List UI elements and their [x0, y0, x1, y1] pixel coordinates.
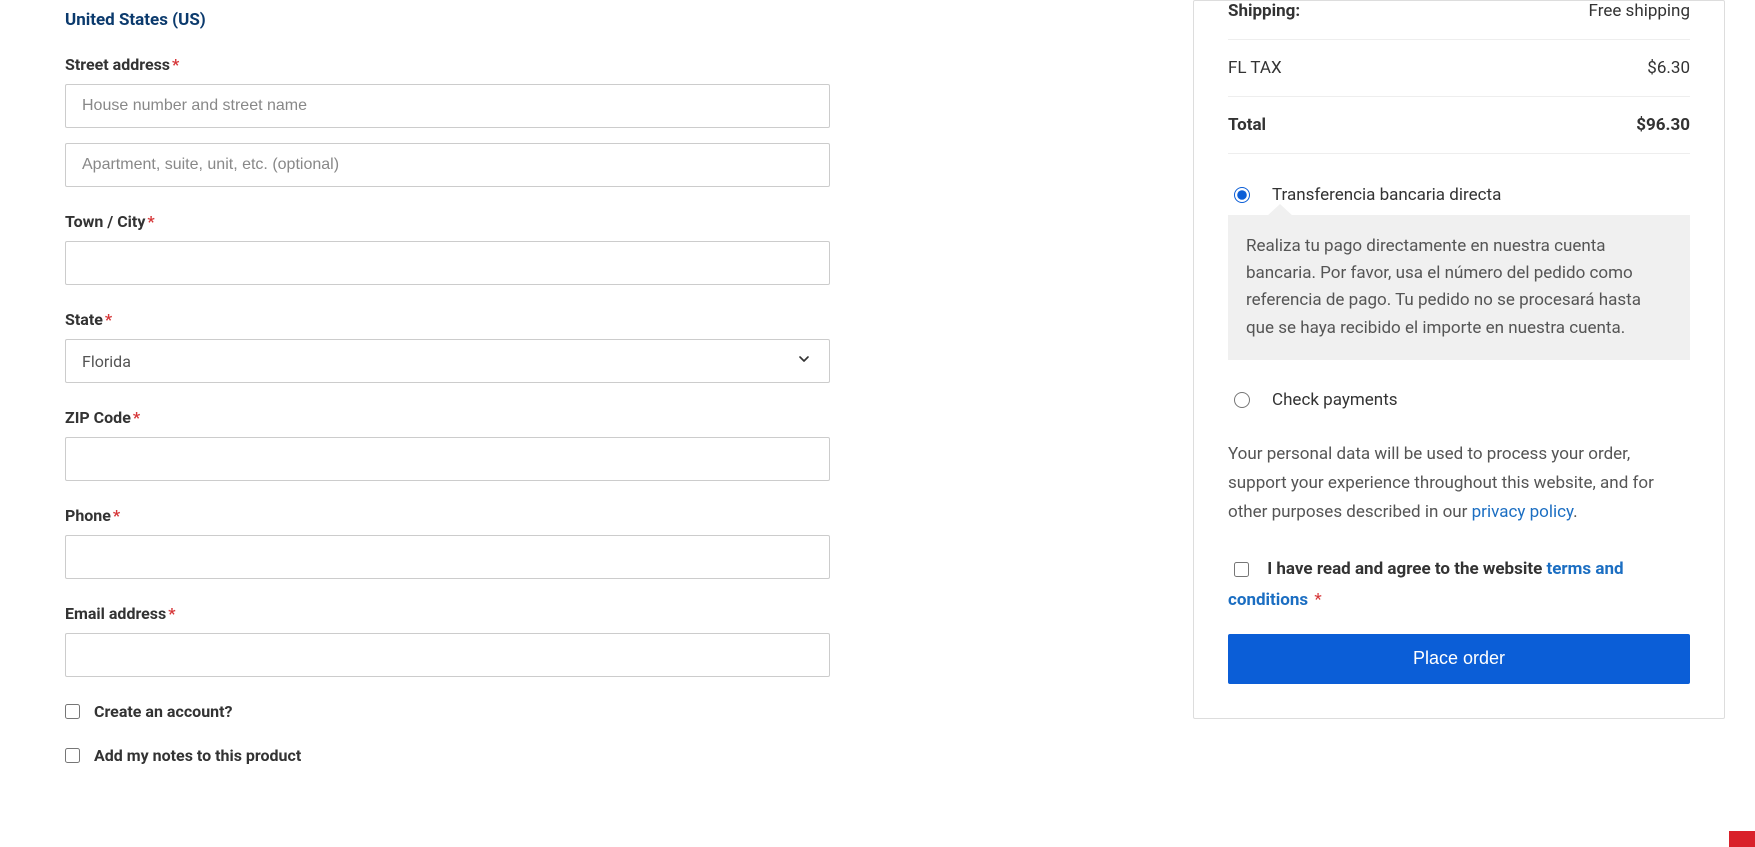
summary-tax-label: FL TAX — [1228, 58, 1282, 78]
email-input[interactable] — [65, 633, 830, 677]
order-summary-box: Shipping: Free shipping FL TAX $6.30 Tot… — [1193, 0, 1725, 719]
city-label: Town / City* — [65, 212, 830, 231]
city-field: Town / City* — [65, 212, 830, 285]
summary-total-value: $96.30 — [1636, 115, 1690, 135]
create-account-checkbox[interactable] — [65, 704, 80, 719]
zip-label: ZIP Code* — [65, 408, 830, 427]
summary-total-row: Total $96.30 — [1228, 97, 1690, 154]
billing-form: United States (US) Street address* Town … — [30, 0, 830, 790]
payment-desc-bacs: Realiza tu pago directamente en nuestra … — [1228, 215, 1690, 360]
summary-shipping-value: Free shipping — [1589, 1, 1690, 21]
summary-total-label: Total — [1228, 115, 1266, 135]
terms-row: I have read and agree to the website ter… — [1228, 554, 1690, 615]
street-address-field: Street address* — [65, 55, 830, 187]
tooltip-pointer-icon — [1266, 204, 1294, 217]
state-label: State* — [65, 310, 830, 329]
street-address-input-2[interactable] — [65, 143, 830, 187]
street-address-input-1[interactable] — [65, 84, 830, 128]
payment-desc-bacs-wrap: Realiza tu pago directamente en nuestra … — [1228, 215, 1690, 360]
payment-label-bacs[interactable]: Transferencia bancaria directa — [1272, 185, 1501, 205]
order-notes-row: Add my notes to this product — [65, 746, 830, 765]
payment-option-bacs[interactable]: Transferencia bancaria directa — [1228, 179, 1690, 215]
phone-label: Phone* — [65, 506, 830, 525]
summary-tax-value: $6.30 — [1647, 58, 1690, 78]
create-account-label[interactable]: Create an account? — [94, 702, 233, 721]
state-selected-value: Florida — [82, 352, 131, 371]
create-account-row: Create an account? — [65, 702, 830, 721]
summary-shipping-row: Shipping: Free shipping — [1228, 1, 1690, 40]
state-field: State* Florida — [65, 310, 830, 383]
zip-input[interactable] — [65, 437, 830, 481]
privacy-policy-text: Your personal data will be used to proce… — [1228, 440, 1690, 527]
order-notes-label[interactable]: Add my notes to this product — [94, 746, 301, 765]
email-field: Email address* — [65, 604, 830, 677]
email-label: Email address* — [65, 604, 830, 623]
street-address-label: Street address* — [65, 55, 830, 74]
corner-badge — [1729, 831, 1755, 847]
zip-field: ZIP Code* — [65, 408, 830, 481]
terms-text: I have read and agree to the website — [1267, 559, 1546, 579]
privacy-policy-link[interactable]: privacy policy — [1472, 502, 1574, 522]
payment-option-cheque[interactable]: Check payments — [1228, 384, 1690, 420]
phone-field: Phone* — [65, 506, 830, 579]
summary-tax-row: FL TAX $6.30 — [1228, 40, 1690, 97]
place-order-button[interactable]: Place order — [1228, 634, 1690, 684]
phone-input[interactable] — [65, 535, 830, 579]
order-notes-checkbox[interactable] — [65, 748, 80, 763]
terms-checkbox[interactable] — [1234, 562, 1249, 577]
city-input[interactable] — [65, 241, 830, 285]
payment-radio-bacs[interactable] — [1234, 187, 1250, 203]
payment-radio-cheque[interactable] — [1234, 392, 1250, 408]
summary-shipping-label: Shipping: — [1228, 1, 1300, 21]
payment-label-cheque[interactable]: Check payments — [1272, 390, 1398, 410]
state-select[interactable]: Florida — [65, 339, 830, 383]
country-display: United States (US) — [65, 10, 830, 30]
